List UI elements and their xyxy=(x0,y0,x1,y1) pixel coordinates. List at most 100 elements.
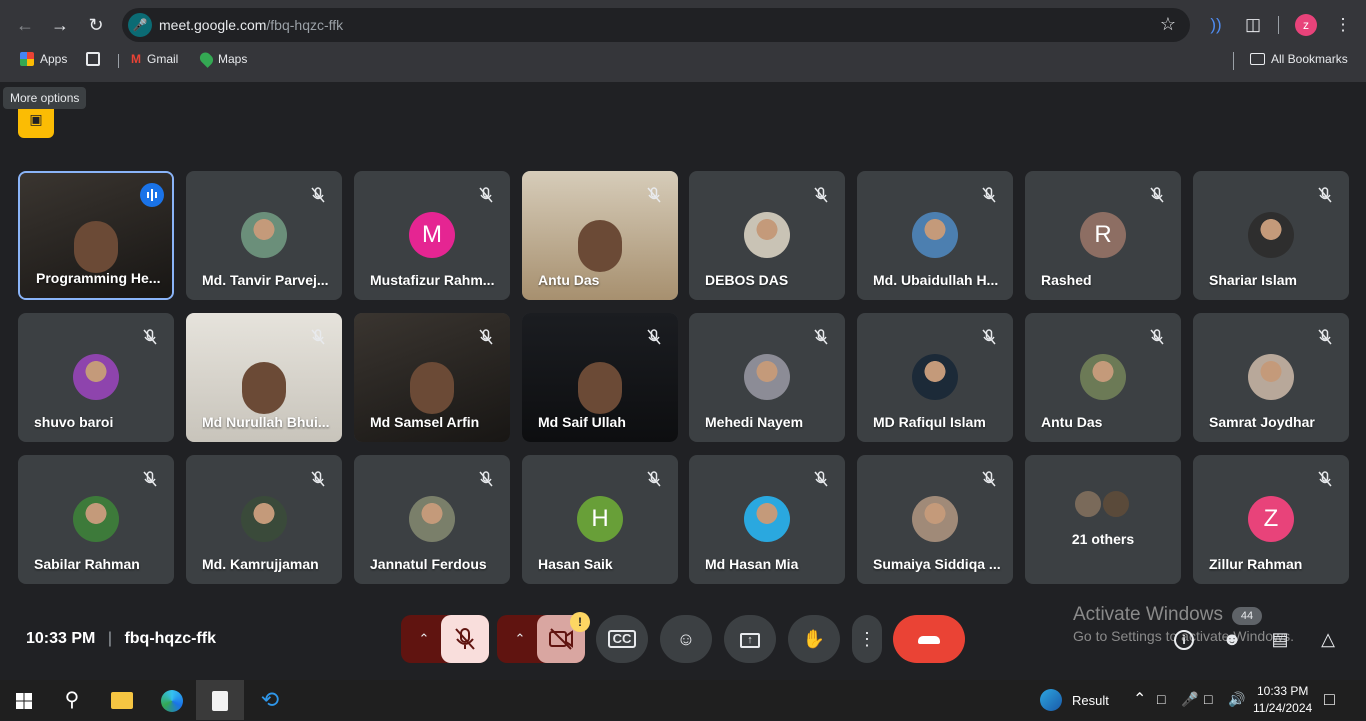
app-pdf-icon[interactable] xyxy=(196,680,244,720)
participant-tile[interactable]: Md. Kamrujjaman xyxy=(186,455,342,584)
participant-tile[interactable]: Jannatul Ferdous xyxy=(354,455,510,584)
extensions-icon[interactable]: ◫ xyxy=(1240,12,1266,38)
bookmark-apps[interactable]: Apps xyxy=(20,52,67,66)
search-icon[interactable]: ⚲ xyxy=(48,680,96,720)
network-icon[interactable]: □ xyxy=(1204,691,1212,707)
volume-icon[interactable]: 🔊 xyxy=(1228,691,1245,708)
mic-muted-icon xyxy=(979,469,999,489)
meeting-info-icon[interactable]: i xyxy=(1170,615,1198,663)
others-label: 21 others xyxy=(1071,531,1135,547)
people-icon[interactable]: ☻ xyxy=(1218,615,1246,663)
show-hidden-icons-chevron[interactable]: ⌃ xyxy=(1133,689,1146,709)
mic-options-chevron-icon[interactable]: ⌃ xyxy=(408,615,440,663)
participant-tile[interactable]: Mehedi Nayem xyxy=(689,313,845,442)
browser-toolbar: ← → ↻ 🎤 meet.google.com/fbq-hqzc-ffk ☆ )… xyxy=(0,0,1366,82)
participant-name: Md. Ubaidullah H... xyxy=(873,272,999,288)
activities-icon[interactable]: △ xyxy=(1314,615,1342,663)
participant-tile[interactable]: Md Hasan Mia xyxy=(689,455,845,584)
microphone-tray-icon[interactable]: 🎤 xyxy=(1181,691,1198,708)
mic-toggle-button[interactable] xyxy=(441,615,489,663)
chat-icon[interactable]: ▤ xyxy=(1266,615,1294,663)
all-bookmarks[interactable]: All Bookmarks xyxy=(1250,52,1348,66)
participant-tile[interactable]: H Hasan Saik xyxy=(522,455,678,584)
participant-tile[interactable]: Sumaiya Siddiqa ... xyxy=(857,455,1013,584)
address-bar[interactable]: 🎤 meet.google.com/fbq-hqzc-ffk ☆ xyxy=(122,8,1190,42)
raise-hand-button[interactable]: ✋ xyxy=(788,615,840,663)
notifications-icon[interactable]: □ xyxy=(1324,689,1335,710)
folder-icon xyxy=(1250,53,1265,65)
windows-start-icon[interactable] xyxy=(0,680,48,720)
clock-date[interactable]: 11/24/2024 xyxy=(1253,701,1312,715)
audio-playing-icon[interactable]: )) xyxy=(1203,12,1229,38)
participant-name: Antu Das xyxy=(538,272,600,288)
participant-tile[interactable]: Z Zillur Rahman xyxy=(1193,455,1349,584)
bookmark-maps[interactable]: Maps xyxy=(197,50,247,68)
clock-time[interactable]: 10:33 PM xyxy=(1257,684,1308,698)
participant-name: Jannatul Ferdous xyxy=(370,556,487,572)
weather-label[interactable]: Result xyxy=(1072,693,1109,708)
participant-tile[interactable]: Md. Ubaidullah H... xyxy=(857,171,1013,300)
reload-icon[interactable]: ↻ xyxy=(83,12,109,38)
warning-badge[interactable]: ! xyxy=(570,612,590,632)
bookmark-grid-icon[interactable] xyxy=(86,52,100,66)
participant-name: Rashed xyxy=(1041,272,1092,288)
participant-tile[interactable]: DEBOS DAS xyxy=(689,171,845,300)
participant-avatar xyxy=(1248,212,1294,258)
back-icon[interactable]: ← xyxy=(12,12,38,38)
windows-taskbar: ⚲ ⟲ Result ⌃ □ 🎤 □ 🔊 10:33 PM 11/24/2024… xyxy=(0,680,1366,720)
participant-avatar xyxy=(744,212,790,258)
participant-figure xyxy=(578,362,622,415)
participant-tile[interactable]: Antu Das xyxy=(522,171,678,300)
mic-muted-icon xyxy=(979,327,999,347)
menu-kebab-icon[interactable]: ⋮ xyxy=(1330,12,1356,38)
participant-tile[interactable]: Shariar Islam xyxy=(1193,171,1349,300)
participant-tile[interactable]: Programming He... xyxy=(18,171,174,300)
bookmark-star-icon[interactable]: ☆ xyxy=(1160,14,1176,35)
participant-avatar xyxy=(1248,354,1294,400)
present-button[interactable]: ↑ xyxy=(724,615,776,663)
participant-name: MD Rafiqul Islam xyxy=(873,414,986,430)
forward-icon[interactable]: → xyxy=(47,12,73,38)
meeting-code: fbq-hqzc-ffk xyxy=(124,630,216,647)
participant-tile[interactable]: Md Nurullah Bhui... xyxy=(186,313,342,442)
participant-tile[interactable]: Md Saif Ullah xyxy=(522,313,678,442)
participant-avatar xyxy=(409,496,455,542)
participant-tile[interactable]: Sabilar Rahman xyxy=(18,455,174,584)
closed-captions-icon: CC xyxy=(607,630,637,648)
camera-tray-icon[interactable]: □ xyxy=(1157,691,1165,707)
leave-call-button[interactable] xyxy=(893,615,965,663)
participant-tile[interactable]: Samrat Joydhar xyxy=(1193,313,1349,442)
mic-muted-icon xyxy=(644,327,664,347)
weather-icon[interactable] xyxy=(1040,689,1062,711)
participant-tile[interactable]: R Rashed xyxy=(1025,171,1181,300)
vscode-icon[interactable]: ⟲ xyxy=(246,680,294,720)
apps-grid-icon xyxy=(20,52,34,66)
mic-muted-icon xyxy=(811,469,831,489)
participant-name: shuvo baroi xyxy=(34,414,114,430)
participant-avatar xyxy=(912,212,958,258)
profile-avatar[interactable]: z xyxy=(1295,14,1317,36)
participant-name: Mehedi Nayem xyxy=(705,414,804,430)
participant-tile[interactable]: 21 others xyxy=(1025,455,1181,584)
hand-icon: ✋ xyxy=(802,629,826,649)
bookmark-gmail[interactable]: M Gmail xyxy=(131,52,178,66)
participant-figure xyxy=(578,220,622,273)
participant-avatar xyxy=(241,212,287,258)
participant-tile[interactable]: Md. Tanvir Parvej... xyxy=(186,171,342,300)
mic-muted-icon xyxy=(644,469,664,489)
meeting-details[interactable]: 10:33 PM | fbq-hqzc-ffk xyxy=(26,630,216,648)
participant-tile[interactable]: shuvo baroi xyxy=(18,313,174,442)
microphone-site-icon[interactable]: 🎤 xyxy=(128,13,152,37)
participant-tile[interactable]: MD Rafiqul Islam xyxy=(857,313,1013,442)
file-explorer-icon[interactable] xyxy=(98,680,146,720)
reactions-button[interactable]: ☺ xyxy=(660,615,712,663)
participant-tile[interactable]: M Mustafizur Rahm... xyxy=(354,171,510,300)
mic-muted-icon xyxy=(308,185,328,205)
participant-name: Md. Kamrujjaman xyxy=(202,556,319,572)
more-options-kebab-button[interactable]: ⋮ xyxy=(852,615,882,663)
captions-button[interactable]: CC xyxy=(596,615,648,663)
participant-tile[interactable]: Md Samsel Arfin xyxy=(354,313,510,442)
participant-tile[interactable]: Antu Das xyxy=(1025,313,1181,442)
camera-options-chevron-icon[interactable]: ⌃ xyxy=(504,615,536,663)
edge-icon[interactable] xyxy=(148,680,196,720)
